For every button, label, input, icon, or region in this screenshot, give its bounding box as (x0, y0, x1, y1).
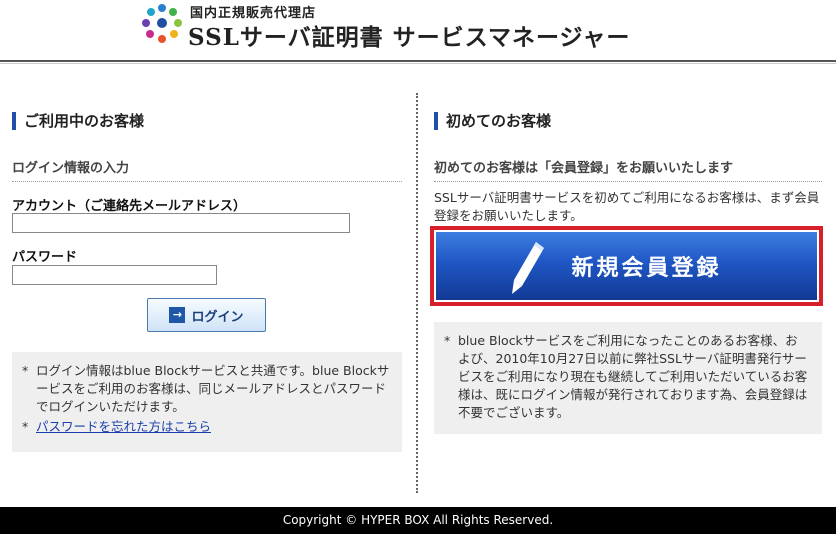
login-button-label: ログイン (191, 309, 244, 325)
footer-copyright: Copyright © HYPER BOX All Rights Reserve… (0, 507, 836, 534)
account-input[interactable] (12, 213, 350, 233)
login-note-box: * ログイン情報はblue Blockサービスと共通です。blue Blockサ… (12, 352, 402, 452)
forgot-password-row: * パスワードを忘れた方はこちら (22, 418, 392, 436)
site-header: 国内正規販売代理店 SSLサーバ証明書 サービスマネージャー (0, 0, 836, 60)
login-note: * ログイン情報はblue Blockサービスと共通です。blue Blockサ… (22, 362, 392, 416)
header-divider-thin (0, 63, 836, 64)
register-note-box: * blue Blockサービスをご利用になったことのあるお客様、および、201… (434, 322, 822, 434)
register-note: * blue Blockサービスをご利用になったことのあるお客様、および、201… (444, 332, 810, 422)
logo-icon (142, 4, 182, 43)
forgot-password-link[interactable]: パスワードを忘れた方はこちら (36, 419, 211, 434)
header-divider (0, 60, 836, 62)
register-intro-text: SSLサーバ証明書サービスを初めてご利用になるお客様は、まず会員登録をお願いいた… (434, 190, 820, 223)
register-button-label: 新規会員登録 (571, 256, 722, 281)
register-subtitle-divider (434, 181, 822, 182)
header-title: SSLサーバ証明書 サービスマネージャー (188, 24, 631, 51)
login-subtitle-divider (12, 181, 402, 182)
register-note-text: blue Blockサービスをご利用になったことのあるお客様、および、2010年… (458, 333, 808, 420)
login-note-text: ログイン情報はblue Blockサービスと共通です。blue Blockサービ… (36, 363, 390, 414)
note-asterisk: * (444, 333, 451, 348)
register-section-title: 初めてのお客様 (434, 112, 551, 130)
account-label: アカウント（ご連絡先メールアドレス） (12, 199, 247, 214)
register-button[interactable]: 新規会員登録 (436, 232, 817, 300)
login-subtitle: ログイン情報の入力 (12, 161, 130, 176)
register-subtitle: 初めてのお客様は「会員登録」をお願いいたします (434, 161, 734, 176)
password-label: パスワード (12, 250, 78, 265)
column-divider (416, 93, 418, 493)
login-section-title: ご利用中のお客様 (12, 112, 144, 130)
register-button-frame: 新規会員登録 (430, 226, 823, 306)
login-button[interactable]: → ログイン (147, 298, 266, 332)
login-arrow-icon: → (169, 307, 186, 323)
password-input[interactable] (12, 265, 217, 285)
pencil-icon (512, 242, 544, 294)
note-asterisk: * (22, 363, 29, 378)
note-asterisk: * (22, 419, 29, 434)
